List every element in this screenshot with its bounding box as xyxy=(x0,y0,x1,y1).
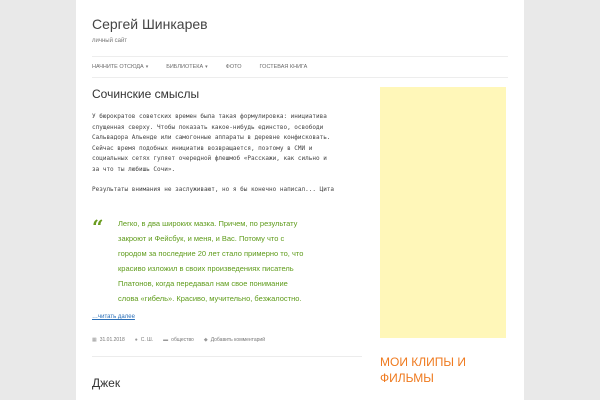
post-line: У бюрократов советских времен была такая… xyxy=(92,113,327,120)
post-paragraph-2: Результаты внимания не заслуживают, но я… xyxy=(92,186,335,193)
post-category-text: общество xyxy=(171,337,194,343)
sidebar-ad-block[interactable] xyxy=(380,87,506,338)
post-comments[interactable]: ◆ Добавить комментарий xyxy=(204,337,265,343)
site-title[interactable]: Сергей Шинкарев xyxy=(92,16,208,32)
nav-item-photo[interactable]: ФОТО xyxy=(226,64,242,70)
quote-mark-icon: “ xyxy=(92,215,104,239)
post-line: Сейчас время подобных инициатив возвраща… xyxy=(92,144,313,152)
post-author[interactable]: ● С. Ш. xyxy=(135,337,153,343)
post-line: Сальвадора Альенде или самогонные аппара… xyxy=(92,134,331,141)
chevron-down-icon: ▾ xyxy=(205,64,208,70)
quote-text: Легко, в два широких мазка. Причем, по р… xyxy=(118,216,362,306)
site-description: личный сайт xyxy=(92,38,128,44)
post-paragraph: У бюрократов советских времен была такая… xyxy=(92,112,382,175)
quote-line: городом за последние 20 лет стало пример… xyxy=(118,249,304,258)
read-more-link[interactable]: …читать далее xyxy=(92,314,135,320)
comment-icon: ◆ xyxy=(203,337,208,343)
quote-line: красиво изложил в своих произведениях пи… xyxy=(118,264,294,273)
page-container: Сергей Шинкарев личный сайт НАЧНИТЕ ОТСЮ… xyxy=(76,0,524,400)
post-date[interactable]: ▦ 31.01.2018 xyxy=(92,337,125,343)
post-line: социальных сетях гуляет очередной флешмо… xyxy=(92,155,327,162)
sidebar-widget-title: МОИ КЛИПЫ И ФИЛЬМЫ xyxy=(380,355,466,385)
post-date-text: 31.01.2018 xyxy=(99,337,125,343)
quote-line: Платонов, когда передавал нам свое поним… xyxy=(118,279,288,288)
post-category[interactable]: ▬ общество xyxy=(163,337,194,343)
post-title[interactable]: Сочинские смыслы xyxy=(92,87,199,101)
chevron-down-icon: ▾ xyxy=(145,64,149,70)
nav-item-label: ГОСТЕВАЯ КНИГА xyxy=(259,64,308,70)
post-line: за что ты любишь Сочи». xyxy=(92,165,176,173)
user-icon: ● xyxy=(134,337,138,343)
nav-item-library[interactable]: БИБЛИОТЕКА ▾ xyxy=(166,64,207,70)
nav-item-label: ФОТО xyxy=(225,64,242,70)
post-line: спущенная сверху. Чтобы показать какое-н… xyxy=(92,123,324,131)
nav-item-start-here[interactable]: НАЧНИТЕ ОТСЮДА ▾ xyxy=(92,64,148,70)
post-quote: “ Легко, в два широких мазка. Причем, по… xyxy=(92,216,362,306)
folder-icon: ▬ xyxy=(163,337,169,343)
nav-item-label: БИБЛИОТЕКА xyxy=(166,64,204,70)
main-navigation: НАЧНИТЕ ОТСЮДА ▾ БИБЛИОТЕКА ▾ ФОТО ГОСТЕ… xyxy=(92,56,508,78)
quote-line: Легко, в два широких мазка. Причем, по р… xyxy=(118,219,298,228)
calendar-icon: ▦ xyxy=(92,337,97,343)
nav-item-guestbook[interactable]: ГОСТЕВАЯ КНИГА xyxy=(260,64,308,70)
post-comments-text: Добавить комментарий xyxy=(210,337,265,343)
post-title-2[interactable]: Джек xyxy=(92,376,120,390)
post-meta: ▦ 31.01.2018 ● С. Ш. ▬ общество ◆ Добави… xyxy=(92,337,275,343)
post-divider xyxy=(92,356,362,357)
nav-item-label: НАЧНИТЕ ОТСЮДА xyxy=(92,64,144,70)
quote-line: закроют и Фейсбук, и меня, и Вас. Потому… xyxy=(118,234,285,243)
post-excerpt: У бюрократов советских времен была такая… xyxy=(92,112,382,196)
post-author-text: С. Ш. xyxy=(140,337,154,343)
quote-line: слова «гибель». Красиво, мучительно, без… xyxy=(118,294,302,303)
